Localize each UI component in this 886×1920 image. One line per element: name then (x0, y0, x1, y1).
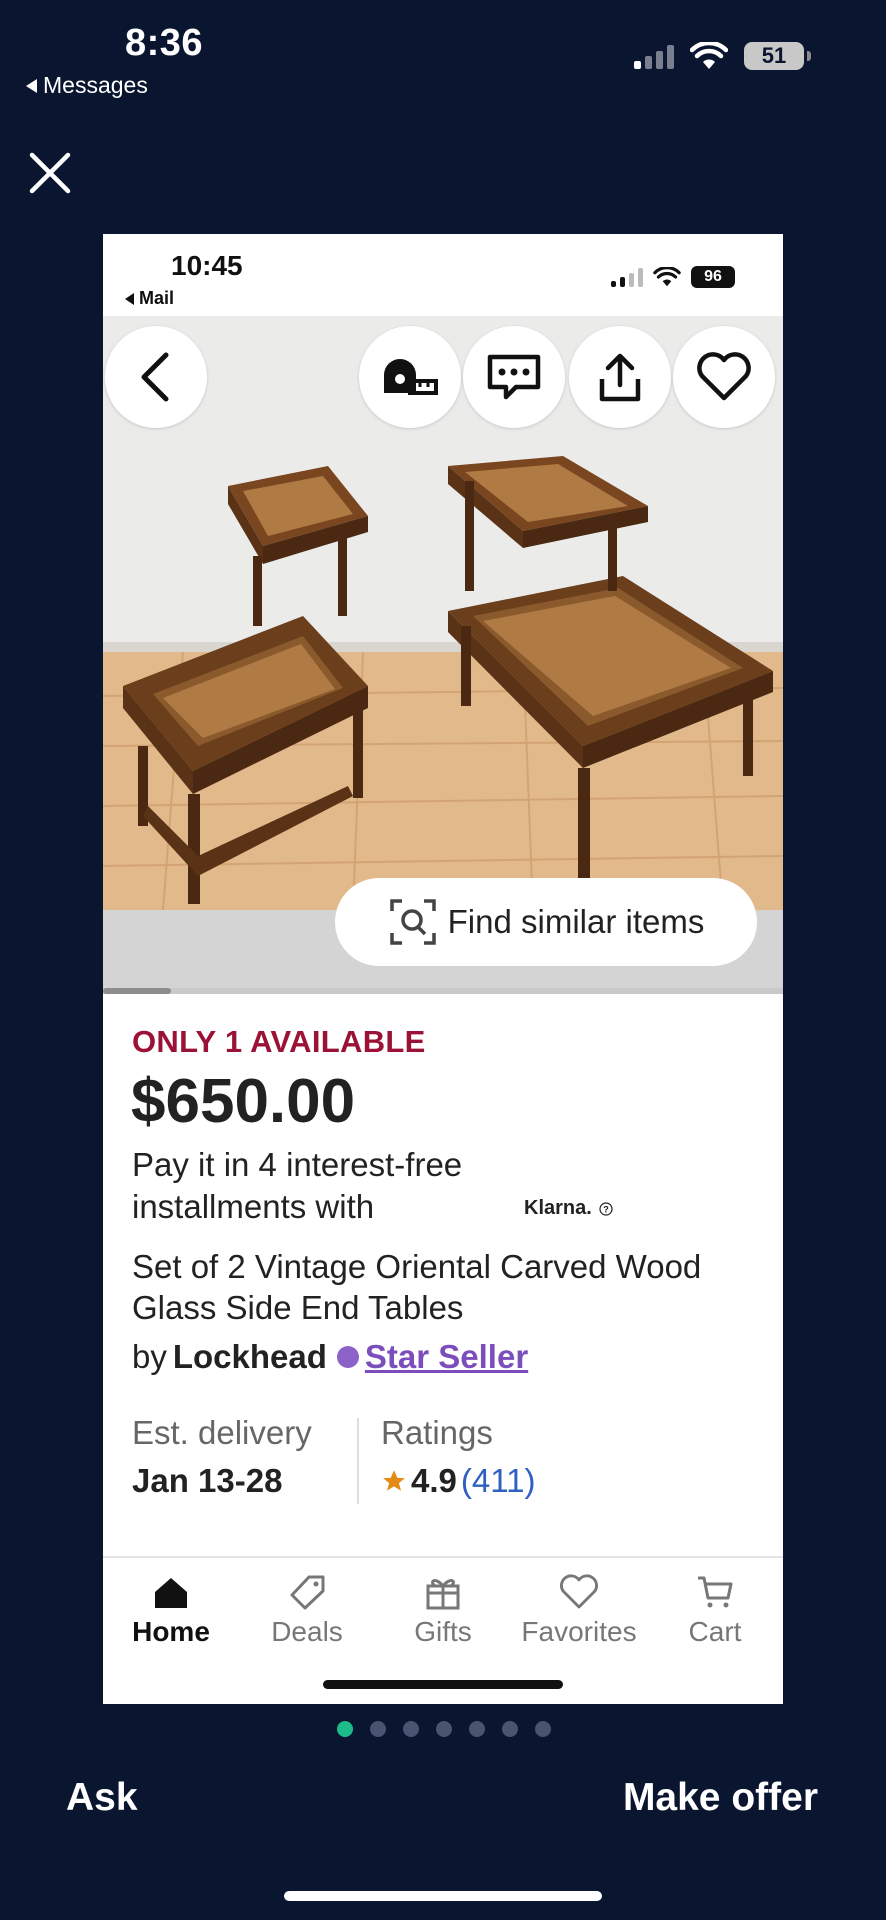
installments-text: Pay it in 4 interest-free installments w… (132, 1146, 463, 1225)
delivery-value: Jan 13-28 (132, 1462, 283, 1499)
shop-name-link[interactable]: Lockhead (173, 1338, 327, 1376)
tab-cart-label: Cart (688, 1616, 742, 1647)
back-button[interactable] (105, 326, 207, 428)
make-offer-button[interactable]: Make offer (623, 1776, 818, 1820)
tab-deals-label: Deals (271, 1616, 343, 1647)
os-status-indicators: 51 (634, 42, 811, 70)
heart-icon (697, 352, 751, 401)
inner-wifi-icon (653, 267, 681, 287)
star-icon (383, 1470, 405, 1491)
star-seller-link[interactable]: Star Seller (365, 1338, 528, 1376)
inner-back-to-mail: Mail (125, 288, 174, 309)
klarna-label: Klarna. (524, 1197, 592, 1219)
close-icon[interactable] (22, 145, 78, 201)
share-button[interactable] (569, 326, 671, 428)
inner-home-indicator (323, 1680, 563, 1689)
tab-gifts-label: Gifts (414, 1616, 472, 1647)
pager-dot[interactable] (436, 1721, 452, 1737)
pager-dot[interactable] (403, 1721, 419, 1737)
favorite-button[interactable] (673, 326, 775, 428)
find-similar-label: Find similar items (447, 903, 705, 940)
back-arrow-icon (26, 78, 37, 93)
pager-dots (337, 1721, 551, 1737)
ratings-value[interactable]: 4.9 (411) (381, 1462, 535, 1500)
star-seller-badge-icon (336, 1346, 359, 1368)
inner-back-label: Mail (139, 288, 175, 308)
home-icon (155, 1578, 187, 1608)
chat-icon (487, 354, 541, 400)
help-icon: ? (599, 1202, 613, 1216)
svg-text:?: ? (604, 1204, 610, 1214)
ratings-label: Ratings (381, 1414, 493, 1451)
seller-byline: by Lockhead Star Seller (132, 1338, 528, 1376)
ask-button[interactable]: Ask (66, 1776, 138, 1820)
pager-dot[interactable] (502, 1721, 518, 1737)
tab-favorites-label: Favorites (521, 1616, 637, 1647)
signal-icon (634, 43, 674, 69)
price: $650.00 (131, 1067, 356, 1136)
share-icon (599, 353, 641, 402)
tab-cart[interactable]: Cart (650, 1564, 780, 1654)
tabbar-divider (103, 1556, 783, 1558)
home-indicator (284, 1891, 602, 1901)
back-to-messages[interactable]: Messages (26, 72, 148, 99)
inner-signal-icon (611, 267, 643, 287)
measure-button[interactable] (359, 326, 461, 428)
visual-search-icon (389, 899, 436, 945)
find-similar-button[interactable]: Find similar items (335, 878, 757, 966)
pager-dot[interactable] (370, 1721, 386, 1737)
message-seller-button[interactable] (463, 326, 565, 428)
tab-home-label: Home (132, 1616, 210, 1647)
cart-icon (698, 1576, 733, 1608)
tab-gifts[interactable]: Gifts (378, 1564, 508, 1654)
chevron-left-icon (141, 352, 169, 402)
tab-bar: Home Deals Gifts Favorites Cart (103, 1564, 783, 1654)
rating-score: 4.9 (411, 1462, 457, 1499)
listing-title: Set of 2 Vintage Oriental Carved Wood Gl… (132, 1248, 702, 1326)
klarna-info[interactable]: Klarna. ? (524, 1197, 613, 1220)
pager-dot[interactable] (469, 1721, 485, 1737)
rating-count-link[interactable]: (411) (461, 1462, 536, 1500)
by-label: by (132, 1338, 167, 1375)
availability-badge: ONLY 1 AVAILABLE (132, 1024, 426, 1059)
delivery-label: Est. delivery (132, 1414, 312, 1451)
pager-dot[interactable] (337, 1721, 353, 1737)
listing-screenshot[interactable]: 10:45 Mail 96 Find similar items ONLY 1 … (103, 234, 783, 1704)
back-to-messages-label: Messages (43, 72, 148, 98)
pager-dot[interactable] (535, 1721, 551, 1737)
inner-battery-icon: 96 (691, 266, 735, 288)
inner-status-time: 10:45 (171, 250, 243, 281)
gift-icon (426, 1579, 460, 1610)
tab-deals[interactable]: Deals (242, 1564, 372, 1654)
inner-status-indicators: 96 (611, 266, 735, 288)
tab-home[interactable]: Home (106, 1564, 236, 1654)
tag-icon (290, 1575, 325, 1610)
wifi-icon (690, 42, 728, 69)
heart-outline-icon (560, 1574, 598, 1609)
battery-icon: 51 (744, 42, 811, 70)
tape-measure-icon (384, 359, 438, 395)
info-divider (357, 1418, 359, 1504)
photo-progress (103, 988, 783, 994)
os-status-time: 8:36 (125, 22, 204, 64)
inner-back-arrow-icon (125, 292, 134, 305)
tab-favorites[interactable]: Favorites (514, 1564, 644, 1654)
